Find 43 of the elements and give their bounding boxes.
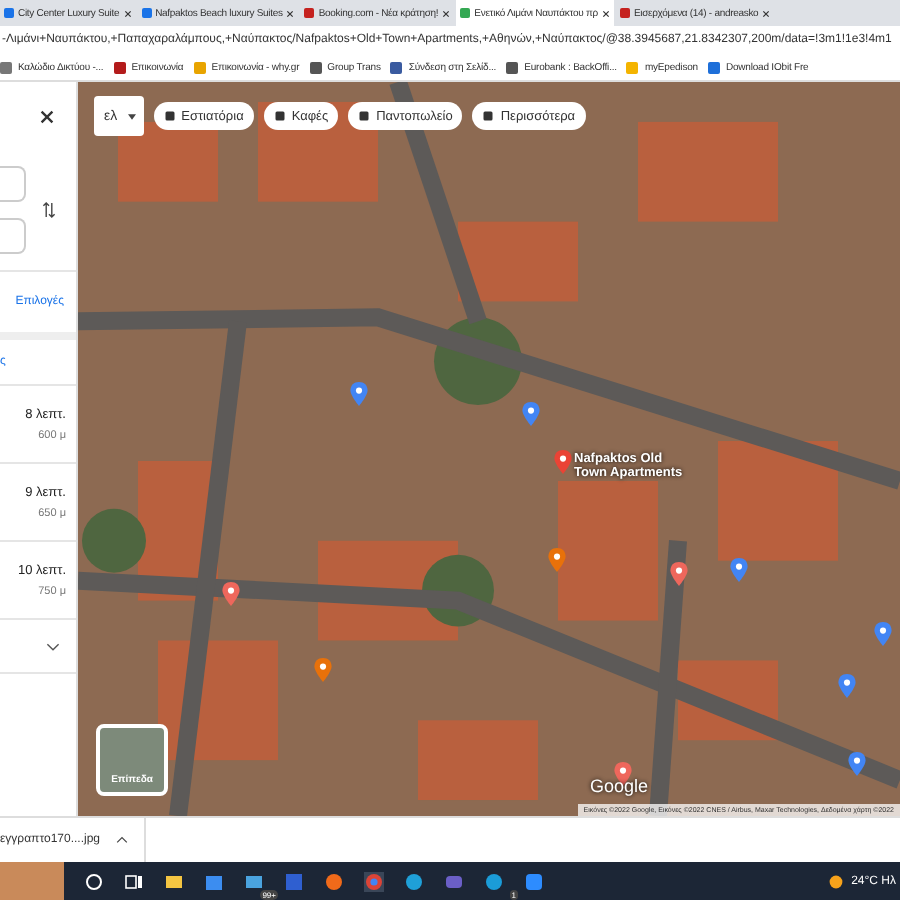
map-pin-icon[interactable] <box>838 674 856 698</box>
app-icon[interactable] <box>524 872 544 892</box>
close-icon[interactable] <box>38 107 56 125</box>
category-icon <box>163 110 176 122</box>
favicon-icon <box>4 8 14 18</box>
close-icon[interactable] <box>286 9 295 17</box>
mail-icon[interactable] <box>244 872 264 892</box>
map-pin-icon[interactable] <box>554 450 572 474</box>
input-field[interactable] <box>0 166 26 202</box>
app-icon[interactable] <box>284 872 304 892</box>
browser-icon[interactable] <box>324 872 344 892</box>
close-icon[interactable] <box>762 9 771 17</box>
map-pin-icon[interactable] <box>730 558 748 582</box>
map-pin-icon[interactable] <box>874 622 892 646</box>
favicon-icon <box>304 8 315 18</box>
folder-icon[interactable] <box>164 872 184 892</box>
category-icon <box>273 110 286 122</box>
close-icon[interactable] <box>601 9 610 17</box>
favicon-icon <box>141 8 152 18</box>
category-icon <box>358 110 371 122</box>
browser-icon[interactable] <box>364 872 384 892</box>
google-logo: Google <box>590 776 649 796</box>
map-pin-icon[interactable] <box>222 582 240 606</box>
map-pin-icon[interactable] <box>548 548 566 572</box>
store-icon[interactable] <box>204 872 224 892</box>
map-pin-icon[interactable] <box>848 752 866 776</box>
close-icon[interactable] <box>123 9 132 17</box>
map-pin-icon[interactable] <box>314 658 332 682</box>
map-pin-icon[interactable] <box>670 562 688 586</box>
sun-icon <box>827 874 844 890</box>
chevron-down-icon[interactable] <box>46 641 60 651</box>
task-view-icon[interactable] <box>124 872 144 892</box>
category-icon <box>482 110 495 122</box>
input-field[interactable] <box>0 218 26 254</box>
close-icon[interactable] <box>442 9 451 17</box>
favicon-icon <box>460 8 471 18</box>
map-pin-icon[interactable] <box>350 382 368 406</box>
swap-arrows-icon[interactable] <box>42 200 56 220</box>
chevron-up-icon[interactable] <box>116 836 129 844</box>
map-pin-icon[interactable] <box>522 402 540 426</box>
favicon-icon <box>619 8 630 18</box>
browser-icon[interactable] <box>404 872 424 892</box>
search-icon[interactable] <box>84 872 104 892</box>
